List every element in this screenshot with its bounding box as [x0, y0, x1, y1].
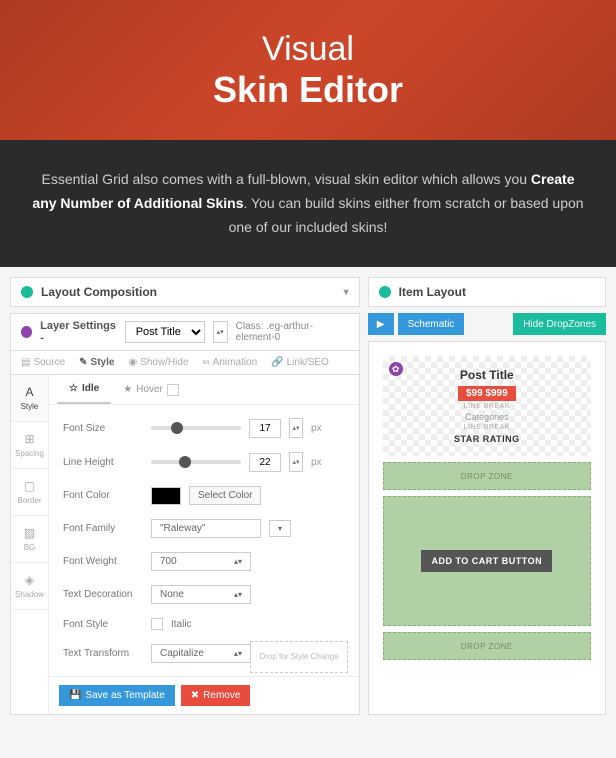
- layer-tabs: ▤ Source ✎ Style ◉ Show/Hide ∞ Animation…: [10, 351, 360, 375]
- preview-linebreak: LINE BREAK: [391, 403, 583, 410]
- tab-hover[interactable]: ★ Hover: [111, 375, 191, 404]
- schematic-button[interactable]: Schematic: [398, 313, 465, 335]
- unit: px: [311, 457, 322, 468]
- font-family-select[interactable]: "Raleway": [151, 519, 261, 538]
- style-content: ☆ Idle ★ Hover Font Size ▴▾ px Line Heig: [49, 375, 359, 714]
- font-size-stepper[interactable]: ▴▾: [289, 418, 303, 438]
- tab-animation[interactable]: ∞ Animation: [203, 357, 258, 368]
- label-font-style: Font Style: [63, 619, 143, 630]
- label-text-transform: Text Transform: [63, 648, 143, 659]
- preview-post-title[interactable]: Post Title: [391, 368, 583, 382]
- label-font-size: Font Size: [63, 423, 143, 434]
- side-tab-bg[interactable]: ▨BG: [11, 516, 48, 563]
- add-to-cart-button[interactable]: ADD TO CART BUTTON: [421, 550, 552, 572]
- remove-button[interactable]: ✖ Remove: [181, 685, 251, 706]
- tab-idle[interactable]: ☆ Idle: [57, 375, 111, 404]
- drop-zone[interactable]: DROP ZONE: [383, 462, 591, 490]
- hero-title-bold: Skin Editor: [213, 69, 403, 111]
- item-canvas: ✿ Post Title $99 $999 LINE BREAK Categor…: [368, 341, 606, 715]
- dot-icon: [21, 286, 33, 298]
- right-column: Item Layout ▶ Schematic Hide DropZones ✿…: [368, 277, 606, 715]
- text-decoration-select[interactable]: None▴▾: [151, 585, 251, 604]
- chevron-down-icon[interactable]: ▾: [344, 287, 349, 298]
- editor-container: Layout Composition ▾ Layer Settings - Po…: [0, 267, 616, 725]
- font-size-input[interactable]: [249, 419, 281, 438]
- item-preview[interactable]: ✿ Post Title $99 $999 LINE BREAK Categor…: [383, 356, 591, 456]
- hover-checkbox[interactable]: [167, 384, 179, 396]
- gear-icon[interactable]: ✿: [389, 362, 403, 376]
- layer-select[interactable]: Post Title: [125, 321, 205, 343]
- label-text-decoration: Text Decoration: [63, 589, 143, 600]
- play-button[interactable]: ▶: [368, 313, 394, 335]
- item-layout-header[interactable]: Item Layout: [368, 277, 606, 307]
- composition-title: Layout Composition: [41, 285, 157, 299]
- line-height-input[interactable]: [249, 453, 281, 472]
- side-tab-spacing[interactable]: ⊞Spacing: [11, 422, 48, 469]
- row-line-height: Line Height ▴▾ px: [49, 445, 359, 479]
- font-size-slider[interactable]: [151, 426, 241, 430]
- side-tab-border[interactable]: ▢Border: [11, 469, 48, 516]
- line-height-stepper[interactable]: ▴▾: [289, 452, 303, 472]
- style-body: AStyle ⊞Spacing ▢Border ▨BG ◈Shadow ☆ Id…: [10, 375, 360, 715]
- intro-pre: Essential Grid also comes with a full-bl…: [41, 171, 530, 187]
- text-transform-select[interactable]: Capitalize▴▾: [151, 644, 251, 663]
- composition-header[interactable]: Layout Composition ▾: [10, 277, 360, 307]
- form-rows: Font Size ▴▾ px Line Height ▴▾ px: [49, 405, 359, 676]
- layer-panel: Layer Settings - Post Title ▴▾ Class: .e…: [10, 313, 360, 715]
- italic-checkbox[interactable]: [151, 618, 163, 630]
- label-font-family: Font Family: [63, 523, 143, 534]
- preview-price[interactable]: $99 $999: [458, 386, 516, 401]
- side-tab-style[interactable]: AStyle: [11, 375, 48, 422]
- italic-label: Italic: [171, 619, 192, 630]
- row-font-style: Font Style Italic: [49, 611, 359, 637]
- row-text-decoration: Text Decoration None▴▾: [49, 578, 359, 611]
- drop-hint[interactable]: Drop for Style Change: [250, 641, 347, 673]
- line-height-slider[interactable]: [151, 460, 241, 464]
- layer-settings-row: Layer Settings - Post Title ▴▾ Class: .e…: [10, 313, 360, 351]
- select-color-button[interactable]: Select Color: [189, 486, 261, 505]
- label-line-height: Line Height: [63, 457, 143, 468]
- font-weight-select[interactable]: 700▴▾: [151, 552, 251, 571]
- hide-dropzones-button[interactable]: Hide DropZones: [513, 313, 606, 335]
- button-row: 💾 Save as Template ✖ Remove: [49, 676, 359, 714]
- drop-zone[interactable]: DROP ZONE: [383, 632, 591, 660]
- save-template-button[interactable]: 💾 Save as Template: [59, 685, 175, 706]
- row-font-color: Font Color Select Color: [49, 479, 359, 512]
- preview-categories[interactable]: Categories: [391, 412, 583, 422]
- intro-text: Essential Grid also comes with a full-bl…: [0, 140, 616, 267]
- dot-icon: [379, 286, 391, 298]
- label-font-weight: Font Weight: [63, 556, 143, 567]
- drop-zone-main[interactable]: ADD TO CART BUTTON: [383, 496, 591, 626]
- row-font-size: Font Size ▴▾ px: [49, 411, 359, 445]
- left-column: Layout Composition ▾ Layer Settings - Po…: [10, 277, 360, 715]
- right-toolbar: ▶ Schematic Hide DropZones: [368, 313, 606, 335]
- color-swatch[interactable]: [151, 487, 181, 505]
- tab-source[interactable]: ▤ Source: [21, 357, 65, 368]
- preview-linebreak: LINE BREAK: [391, 424, 583, 431]
- hero-banner: Visual Skin Editor: [0, 0, 616, 140]
- item-layout-title: Item Layout: [399, 285, 466, 299]
- layer-order-stepper[interactable]: ▴▾: [213, 321, 228, 343]
- font-family-dropdown[interactable]: ▾: [269, 520, 291, 537]
- layer-class-label: Class: .eg-arthur-element-0: [236, 321, 349, 343]
- layer-label: Layer Settings -: [40, 320, 117, 344]
- tab-linkseo[interactable]: 🔗 Link/SEO: [271, 357, 329, 368]
- tab-style[interactable]: ✎ Style: [79, 357, 114, 368]
- state-tabs: ☆ Idle ★ Hover: [49, 375, 359, 405]
- label-font-color: Font Color: [63, 490, 143, 501]
- side-tabs: AStyle ⊞Spacing ▢Border ▨BG ◈Shadow: [11, 375, 49, 714]
- intro-post: . You can build skins either from scratc…: [229, 195, 584, 235]
- preview-star-rating[interactable]: STAR RATING: [391, 434, 583, 444]
- dot-icon: [21, 326, 32, 338]
- row-font-family: Font Family "Raleway" ▾: [49, 512, 359, 545]
- row-font-weight: Font Weight 700▴▾: [49, 545, 359, 578]
- tab-showhide[interactable]: ◉ Show/Hide: [128, 357, 188, 368]
- hero-title-thin: Visual: [262, 30, 354, 69]
- unit: px: [311, 423, 322, 434]
- side-tab-shadow[interactable]: ◈Shadow: [11, 563, 48, 610]
